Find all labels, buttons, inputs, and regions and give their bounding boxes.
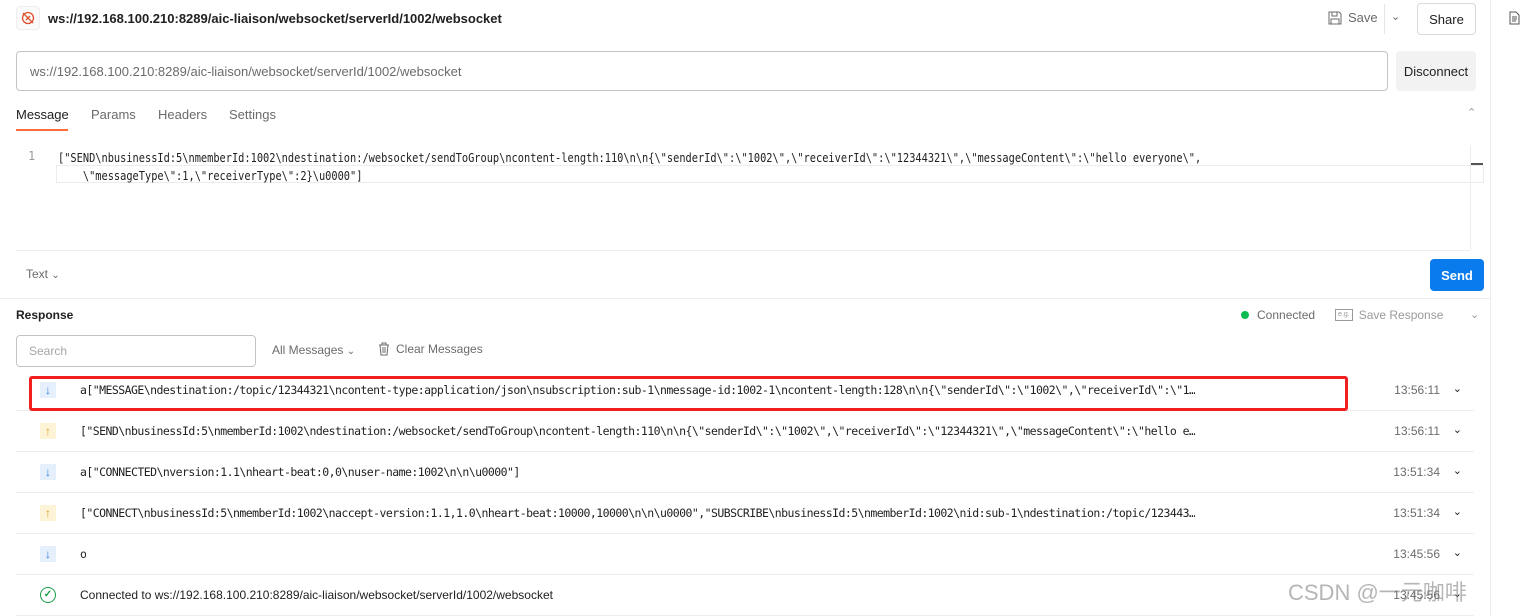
save-icon xyxy=(1328,11,1342,24)
status-dot-icon xyxy=(1241,311,1249,319)
save-button[interactable]: Save xyxy=(1328,10,1378,25)
tab-params[interactable]: Params xyxy=(91,107,136,122)
document-icon[interactable] xyxy=(1509,11,1520,25)
save-response-button[interactable]: e.g. Save Response xyxy=(1335,308,1443,322)
active-tab-indicator xyxy=(16,129,68,131)
expand-chevron-icon[interactable]: ⌄ xyxy=(1453,546,1462,559)
editor-line: ["SEND\nbusinessId:5\nmemberId:1002\ndes… xyxy=(58,151,1202,165)
message-text: Connected to ws://192.168.100.210:8289/a… xyxy=(80,588,553,602)
editor-scrollbar[interactable] xyxy=(1470,145,1471,250)
divider xyxy=(16,250,1470,251)
message-time: 13:51:34 xyxy=(1393,465,1440,479)
request-title: ws://192.168.100.210:8289/aic-liaison/we… xyxy=(48,11,502,26)
search-input[interactable] xyxy=(16,335,256,367)
collapse-chevron-icon[interactable]: ⌃ xyxy=(1467,106,1476,119)
share-button[interactable]: Share xyxy=(1417,3,1476,35)
url-input[interactable] xyxy=(16,51,1388,91)
incoming-arrow-icon: ↓ xyxy=(40,464,56,480)
editor-line: \"messageType\":1,\"receiverType\":2}\u0… xyxy=(58,169,363,183)
disconnect-button[interactable]: Disconnect xyxy=(1396,51,1476,91)
clear-messages-button[interactable]: Clear Messages xyxy=(378,342,483,356)
outgoing-arrow-icon: ↑ xyxy=(40,423,56,439)
expand-chevron-icon[interactable]: ⌄ xyxy=(1453,505,1462,518)
message-time: 13:45:56 xyxy=(1393,547,1440,561)
divider xyxy=(1384,4,1385,34)
check-circle-icon: ✓ xyxy=(40,587,56,603)
filter-label: All Messages xyxy=(272,343,344,357)
chevron-down-icon: ⌄ xyxy=(51,270,60,281)
line-number: 1 xyxy=(28,149,36,163)
chevron-down-icon: ⌄ xyxy=(346,346,356,357)
clear-messages-label: Clear Messages xyxy=(396,342,483,356)
message-time: 13:56:11 xyxy=(1394,424,1440,438)
message-editor[interactable]: ["SEND\nbusinessId:5\nmemberId:1002\ndes… xyxy=(58,149,1201,185)
message-row[interactable]: ↑ ["SEND\nbusinessId:5\nmemberId:1002\nde… xyxy=(16,411,1474,452)
save-options-chevron-icon[interactable]: ⌄ xyxy=(1391,10,1400,23)
format-label: Text xyxy=(26,267,49,281)
tab-headers[interactable]: Headers xyxy=(158,107,207,122)
expand-chevron-icon[interactable]: ⌄ xyxy=(1453,423,1462,436)
tab-settings[interactable]: Settings xyxy=(229,107,276,122)
message-row[interactable]: ✓ Connected to ws://192.168.100.210:8289/… xyxy=(16,575,1474,616)
right-sidebar xyxy=(1490,0,1522,616)
message-row[interactable]: ↓ a["CONNECTED\nversion:1.1\nheart-beat:0… xyxy=(16,452,1474,493)
save-label: Save xyxy=(1348,10,1378,25)
outgoing-arrow-icon: ↑ xyxy=(40,505,56,521)
websocket-icon xyxy=(16,6,40,30)
message-text: a["CONNECTED\nversion:1.1\nheart-beat:0,… xyxy=(80,465,520,479)
highlight-box xyxy=(29,376,1348,411)
expand-chevron-icon[interactable]: ⌄ xyxy=(1453,464,1462,477)
save-response-label: Save Response xyxy=(1358,308,1444,322)
scrollbar-marker xyxy=(1471,163,1483,165)
format-dropdown[interactable]: Text ⌄ xyxy=(26,267,60,281)
message-row[interactable]: ↑ ["CONNECT\nbusinessId:5\nmemberId:1002\… xyxy=(16,493,1474,534)
message-time: 13:51:34 xyxy=(1393,506,1440,520)
message-text: ["CONNECT\nbusinessId:5\nmemberId:1002\n… xyxy=(80,506,1196,520)
expand-chevron-icon[interactable]: ⌄ xyxy=(1453,382,1462,395)
message-text: ["SEND\nbusinessId:5\nmemberId:1002\ndes… xyxy=(80,424,1196,438)
watermark: CSDN @一元咖啡 xyxy=(1288,580,1467,605)
message-time: 13:56:11 xyxy=(1394,383,1440,397)
connection-status: Connected xyxy=(1257,308,1316,322)
trash-icon xyxy=(379,342,389,356)
message-filter-dropdown[interactable]: All Messages ⌄ xyxy=(272,343,355,357)
send-button[interactable]: Send xyxy=(1430,259,1484,291)
example-icon: e.g. xyxy=(1335,309,1353,321)
response-chevron-icon[interactable]: ⌄ xyxy=(1470,308,1479,321)
response-title: Response xyxy=(16,308,74,322)
incoming-arrow-icon: ↓ xyxy=(40,546,56,562)
tab-message[interactable]: Message xyxy=(16,107,69,122)
message-text: o xyxy=(80,547,87,561)
divider xyxy=(0,298,1490,299)
message-row[interactable]: ↓ o 13:45:56 ⌄ xyxy=(16,534,1474,575)
